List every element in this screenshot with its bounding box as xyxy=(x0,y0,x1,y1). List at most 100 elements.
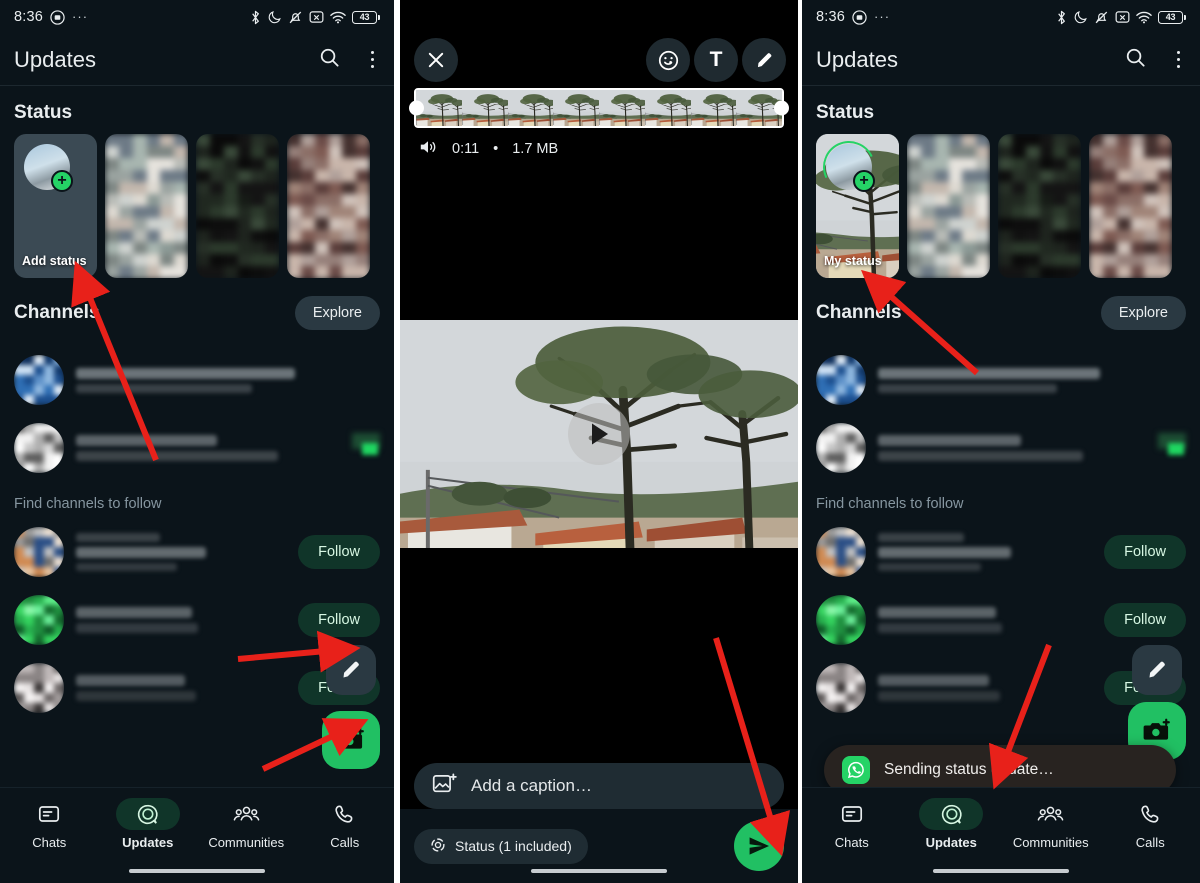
camera-fab[interactable] xyxy=(322,711,380,769)
status-preview-tile[interactable] xyxy=(105,134,188,278)
avatar xyxy=(14,527,64,577)
channel-text xyxy=(878,363,1186,398)
follow-button[interactable]: Follow xyxy=(298,535,380,569)
add-status-tile[interactable]: + Add status xyxy=(14,134,97,278)
screenshot-icon xyxy=(1115,10,1130,24)
pencil-fab[interactable] xyxy=(1132,645,1182,695)
nav-label-calls: Calls xyxy=(330,835,360,850)
play-icon[interactable] xyxy=(568,403,630,465)
video-preview[interactable] xyxy=(400,320,798,548)
channel-text xyxy=(76,670,286,706)
my-status-tile[interactable]: + My status xyxy=(816,134,899,278)
follow-button[interactable]: Follow xyxy=(1104,603,1186,637)
channel-text xyxy=(76,528,286,576)
avatar: + xyxy=(24,144,73,192)
home-indicator xyxy=(129,868,265,873)
avatar: + xyxy=(816,134,883,201)
updates-icon xyxy=(115,798,180,830)
nav-label-updates: Updates xyxy=(122,835,174,850)
my-status-label: My status xyxy=(824,254,882,268)
suggested-channel-row[interactable]: Follow xyxy=(0,586,394,654)
pencil-draw-icon[interactable] xyxy=(742,38,786,82)
status-preview-tile[interactable] xyxy=(1089,134,1172,278)
search-icon[interactable] xyxy=(318,46,341,74)
avatar xyxy=(14,595,64,645)
trim-handle-right[interactable] xyxy=(774,100,789,116)
nav-label-chats: Chats xyxy=(32,835,67,850)
caption-placeholder: Add a caption… xyxy=(471,776,592,795)
status-preview-tile[interactable] xyxy=(287,134,370,278)
channel-row[interactable] xyxy=(802,346,1200,414)
channel-row[interactable] xyxy=(0,414,394,482)
nav-item-updates[interactable]: Updates xyxy=(99,798,198,850)
home-indicator xyxy=(933,868,1069,873)
trim-handle-left[interactable] xyxy=(409,100,424,116)
suggested-channel-row[interactable]: Follow xyxy=(802,518,1200,586)
nav-item-chats[interactable]: Chats xyxy=(802,798,902,850)
video-trim-filmstrip[interactable] xyxy=(414,88,784,128)
updates-icon xyxy=(919,798,984,830)
caption-input[interactable]: Add a caption… xyxy=(414,763,784,809)
overflow-menu-icon[interactable] xyxy=(365,47,381,73)
plus-icon: + xyxy=(853,170,875,192)
close-icon[interactable] xyxy=(414,38,458,82)
record-icon xyxy=(852,9,867,25)
status-ring-icon xyxy=(430,837,446,856)
status-section-title: Status xyxy=(14,102,73,123)
send-icon[interactable] xyxy=(734,821,784,871)
channels-title: Channels xyxy=(14,302,100,323)
status-preview-tile[interactable] xyxy=(196,134,279,278)
follow-button[interactable]: Follow xyxy=(298,603,380,637)
avatar xyxy=(816,527,866,577)
battery-level: 43 xyxy=(1165,12,1176,22)
suggested-channel-row[interactable]: Follow xyxy=(802,586,1200,654)
bottom-navigation: Chats Updates Communities Calls xyxy=(0,787,394,883)
nav-item-communities[interactable]: Communities xyxy=(1001,798,1101,850)
media-filesize: 1.7 MB xyxy=(512,141,559,157)
nav-item-calls[interactable]: Calls xyxy=(1101,798,1200,850)
nav-label-communities: Communities xyxy=(1012,835,1089,850)
speaker-icon[interactable] xyxy=(418,138,438,160)
explore-button[interactable]: Explore xyxy=(1100,296,1186,330)
channel-text xyxy=(878,430,1134,466)
battery-level: 43 xyxy=(359,12,370,22)
battery-indicator: 43 xyxy=(352,10,380,24)
status-chip[interactable]: Status (1 included) xyxy=(414,828,588,864)
chats-icon xyxy=(820,798,884,830)
status-preview-tile[interactable] xyxy=(907,134,990,278)
sticker-icon[interactable] xyxy=(646,38,690,82)
channel-text xyxy=(76,602,286,638)
search-icon[interactable] xyxy=(1124,46,1147,74)
text-tool-button[interactable]: T xyxy=(694,38,738,82)
status-preview-tile[interactable] xyxy=(998,134,1081,278)
avatar xyxy=(816,663,866,713)
nav-item-calls[interactable]: Calls xyxy=(296,798,395,850)
channel-row[interactable] xyxy=(0,346,394,414)
follow-button[interactable]: Follow xyxy=(1104,535,1186,569)
app-bar: Updates xyxy=(802,34,1200,86)
image-add-icon[interactable] xyxy=(432,772,457,801)
nav-label-calls: Calls xyxy=(1135,835,1165,850)
status-chip-label: Status (1 included) xyxy=(455,838,572,854)
channels-title: Channels xyxy=(816,302,902,323)
avatar xyxy=(816,355,866,405)
status-bar: 8:36 ··· 43 xyxy=(0,0,394,34)
nav-label-chats: Chats xyxy=(834,835,869,850)
nav-item-chats[interactable]: Chats xyxy=(0,798,99,850)
do-not-disturb-icon xyxy=(268,10,282,24)
avatar xyxy=(14,663,64,713)
status-strip: + My status xyxy=(802,134,1200,282)
nav-item-updates[interactable]: Updates xyxy=(902,798,1002,850)
explore-button[interactable]: Explore xyxy=(294,296,380,330)
nav-item-communities[interactable]: Communities xyxy=(197,798,296,850)
pencil-fab[interactable] xyxy=(326,645,376,695)
channels-section-header: Channels Explore xyxy=(802,282,1200,342)
media-separator: • xyxy=(493,141,499,157)
bluetooth-icon xyxy=(249,10,262,25)
home-indicator xyxy=(531,868,667,873)
channel-row[interactable] xyxy=(802,414,1200,482)
channels-section-header: Channels Explore xyxy=(0,282,394,342)
suggested-channel-row[interactable]: Follow xyxy=(0,518,394,586)
overflow-menu-icon[interactable] xyxy=(1171,47,1187,73)
status-bar-time: 8:36 xyxy=(816,9,846,25)
